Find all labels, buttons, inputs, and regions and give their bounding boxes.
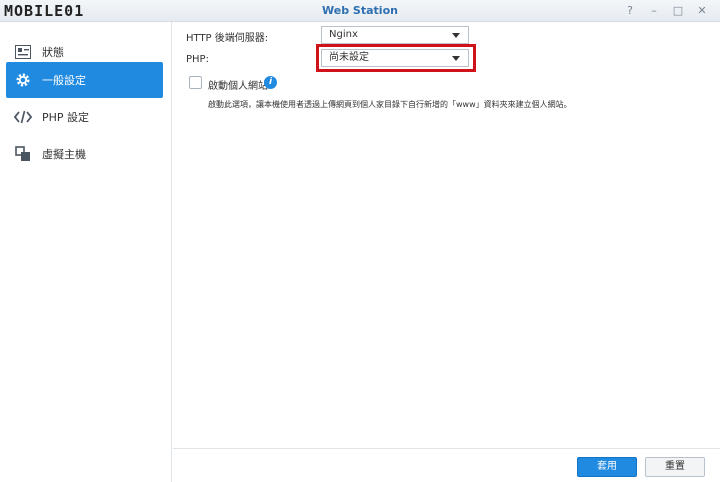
sidebar: 狀態 一般設定 PHP 設定 虛擬主機 [0, 22, 172, 482]
help-icon[interactable]: ? [618, 3, 642, 19]
footer-bar: 套用 重置 [173, 448, 720, 482]
php-select[interactable]: 尚未設定 [321, 49, 469, 67]
sidebar-item-label: 狀態 [42, 46, 64, 59]
sidebar-item-php-settings[interactable]: PHP 設定 [6, 99, 163, 135]
sidebar-item-label: PHP 設定 [42, 111, 90, 124]
maximize-icon[interactable]: □ [666, 3, 690, 19]
code-icon [14, 108, 32, 126]
close-icon[interactable]: ✕ [690, 3, 714, 19]
personal-site-description: 啟動此選項，讓本機使用者透過上傳網頁到個人家目錄下自行新增的「www」資料夾來建… [208, 100, 572, 109]
php-value: 尚未設定 [329, 52, 369, 63]
php-label: PHP: [186, 54, 209, 65]
http-backend-label: HTTP 後端伺服器: [186, 33, 269, 44]
minimize-icon[interactable]: – [642, 3, 666, 19]
general-settings-panel: HTTP 後端伺服器: Nginx PHP: 尚未設定 啟動個人網站 i 啟動此… [173, 22, 720, 482]
http-backend-value: Nginx [329, 29, 358, 40]
sidebar-item-label: 虛擬主機 [42, 148, 86, 161]
chevron-down-icon [452, 56, 460, 61]
gear-icon [14, 71, 32, 89]
sidebar-item-general[interactable]: 一般設定 [6, 62, 163, 98]
sidebar-item-virtual-host[interactable]: 虛擬主機 [6, 136, 163, 172]
sidebar-item-label: 一般設定 [42, 74, 86, 87]
personal-site-label: 啟動個人網站 [208, 81, 268, 92]
info-icon[interactable]: i [264, 76, 277, 89]
window-controls: ? – □ ✕ [618, 3, 714, 19]
window-title: Web Station [322, 4, 398, 17]
chevron-down-icon [452, 33, 460, 38]
virtual-host-icon [14, 145, 32, 163]
apply-button[interactable]: 套用 [577, 457, 637, 477]
web-station-window: MOBILE01 Web Station ? – □ ✕ 狀態 一般設定 PHP… [0, 0, 720, 482]
personal-site-checkbox[interactable] [189, 76, 202, 89]
status-card-icon [14, 43, 32, 61]
http-backend-select[interactable]: Nginx [321, 26, 469, 44]
title-bar: MOBILE01 Web Station ? – □ ✕ [0, 0, 720, 22]
reset-button[interactable]: 重置 [645, 457, 705, 477]
